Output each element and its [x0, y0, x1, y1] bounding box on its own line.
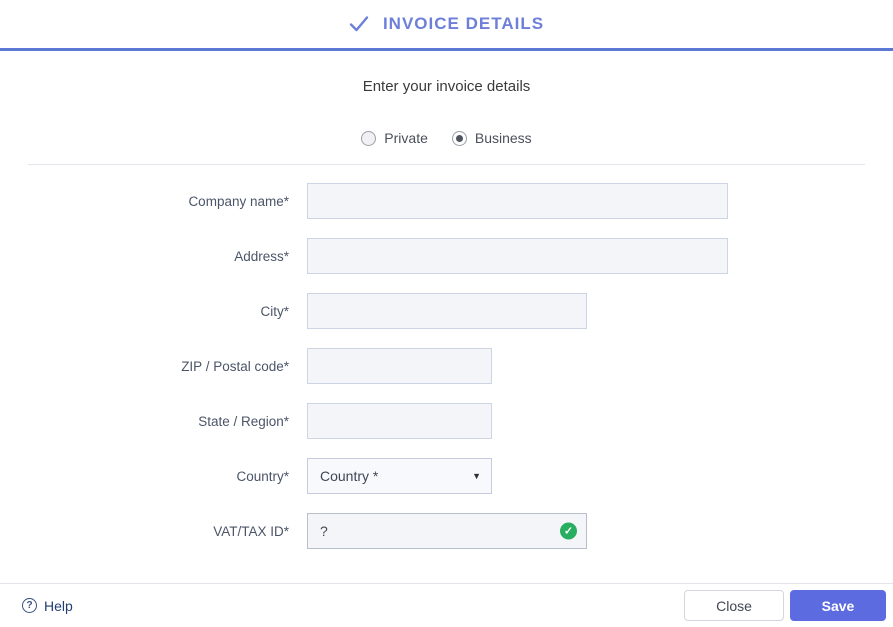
zip-postal-code-input[interactable] [307, 348, 492, 384]
form-heading: Enter your invoice details [362, 78, 531, 95]
state-region-input[interactable] [307, 403, 492, 439]
dialog-title: INVOICE DETAILS [382, 14, 545, 33]
radio-business-label: Business [474, 130, 532, 146]
dialog-header: INVOICE DETAILS [0, 0, 893, 51]
city-label: City* [260, 303, 289, 319]
radio-private[interactable]: Private [361, 130, 428, 146]
country-select[interactable]: Country * ▼ [307, 458, 492, 494]
zip-postal-code-label: ZIP / Postal code* [181, 358, 289, 374]
form-row: VAT/TAX ID* ✓ [0, 513, 893, 549]
form-row: ZIP / Postal code* [0, 348, 893, 384]
form-row: City* [0, 293, 893, 329]
valid-check-icon: ✓ [560, 522, 577, 540]
radio-private-circle [361, 130, 377, 146]
help-icon: ? [22, 598, 37, 613]
save-button[interactable]: Save [790, 590, 886, 621]
city-input[interactable] [307, 293, 587, 329]
close-button[interactable]: Close [684, 590, 784, 621]
form-row: State / Region* [0, 403, 893, 439]
country-select-value: Country * [320, 468, 379, 484]
invoice-type-radio-group: Private Business [0, 130, 893, 146]
section-divider [28, 164, 865, 165]
chevron-down-icon: ▼ [472, 471, 481, 481]
form-row: Country* Country * ▼ [0, 458, 893, 494]
company-name-label: Company name* [188, 193, 289, 209]
radio-business-circle [451, 130, 467, 146]
vat-tax-id-input[interactable] [307, 513, 587, 549]
dialog-footer: ? Help Close Save [0, 583, 893, 627]
form-row: Address* [0, 238, 893, 274]
form-row: Company name* [0, 183, 893, 219]
state-region-label: State / Region* [198, 413, 289, 429]
help-link[interactable]: ? Help [22, 598, 73, 614]
address-input[interactable] [307, 238, 728, 274]
country-label: Country* [236, 468, 289, 484]
radio-business[interactable]: Business [451, 130, 532, 146]
check-icon [349, 15, 369, 33]
radio-private-label: Private [384, 130, 428, 146]
vat-tax-id-label: VAT/TAX ID* [213, 523, 289, 539]
company-name-input[interactable] [307, 183, 728, 219]
address-label: Address* [234, 248, 289, 264]
invoice-form: Company name* Address* City* ZIP / Posta… [0, 183, 893, 549]
help-label: Help [44, 597, 73, 614]
